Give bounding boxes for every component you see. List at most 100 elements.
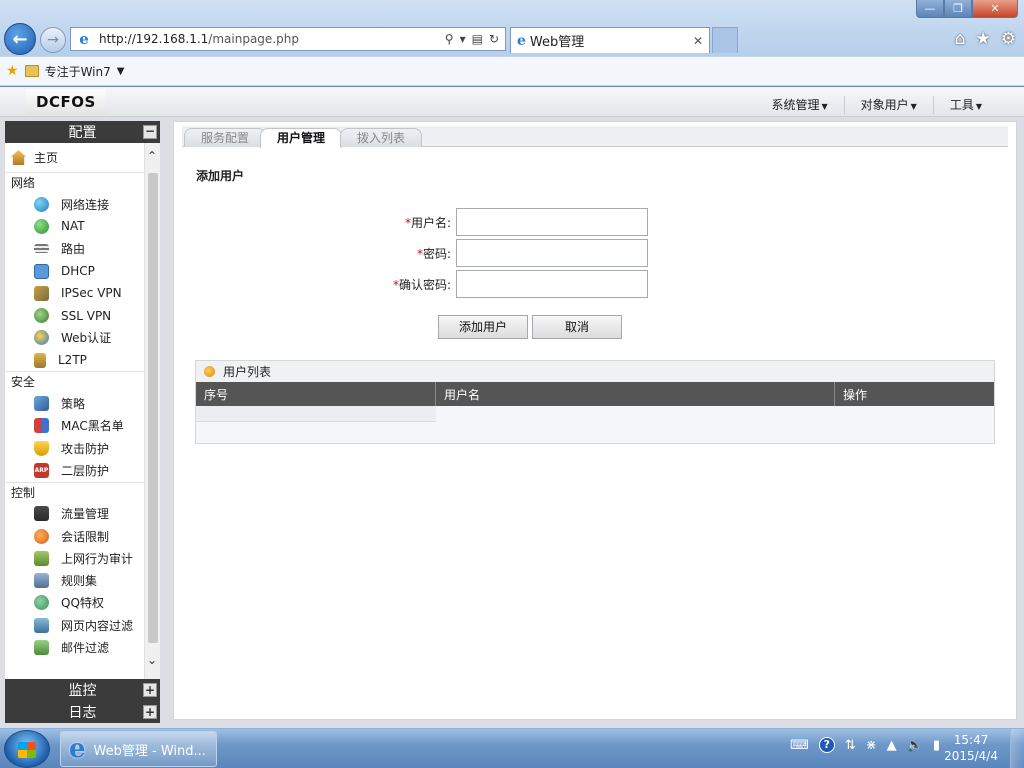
expand-icon[interactable]: + [143,705,157,719]
start-button[interactable] [4,730,50,768]
show-desktop-button[interactable] [1010,729,1024,768]
router-icon [34,244,49,254]
add-favorites-icon[interactable]: ★ [6,63,19,79]
folder-icon [24,65,39,77]
clock-date: 2015/4/4 [944,749,998,763]
compat-view-icon[interactable]: ▤ [472,32,483,46]
scroll-up-icon[interactable]: ⌃ [147,149,157,163]
sidebar-item-l2tp[interactable]: L2TP [5,349,144,371]
wifi-icon[interactable]: ⋇ [866,738,877,753]
sidebar-item-attack-defense[interactable]: 攻击防护 [5,437,144,459]
menu-object-user[interactable]: 对象用户 ▼ [843,96,933,114]
page-tabs: 服务配置 用户管理 拨入列表 [182,126,1008,148]
favorites-star-icon[interactable]: ★ [976,29,991,49]
maximize-button[interactable]: ❐ [944,0,972,18]
favorites-item[interactable]: 专注于Win7 [45,63,111,80]
sidebar-item-ruleset[interactable]: 规则集 [5,569,144,591]
confirm-password-row: *确认密码: [384,270,648,298]
forward-button[interactable]: → [40,27,66,53]
nat-icon [34,218,49,234]
user-list-panel: 用户列表 序号 用户名 操作 [195,360,995,444]
tab-dial-in-list[interactable]: 拨入列表 [340,128,423,147]
sidebar-item-behavior-audit[interactable]: 上网行为审计 [5,547,144,569]
sidebar-header-config[interactable]: 配置 − [5,121,160,143]
sidebar-body: 主页 网络 网络连接 NAT 路由 DHCP IPSec VPN SSL VPN… [5,143,160,679]
sidebar-scrollbar[interactable]: ⌃ ⌄ [144,143,160,679]
favorites-bar: ★ 专注于Win7 ▼ [0,56,1024,86]
cancel-button[interactable]: 取消 [532,315,622,339]
chevron-down-icon[interactable]: ▼ [117,66,125,77]
sidebar-section-label: 日志 [68,705,97,721]
refresh-icon[interactable]: ↻ [489,32,499,46]
sidebar-item-label: Web认证 [61,331,112,346]
menu-system[interactable]: 系统管理 ▼ [755,96,843,114]
sidebar-section-log[interactable]: 日志 + [5,701,160,723]
username-label: *用户名: [404,215,451,230]
username-input[interactable] [456,208,648,236]
sidebar-item-ssl-vpn[interactable]: SSL VPN [5,304,144,326]
expand-icon[interactable]: + [143,683,157,697]
sidebar-item-policy[interactable]: 策略 [5,392,144,414]
confirm-password-input[interactable] [456,270,648,298]
sidebar-item-label: 流量管理 [61,507,110,522]
sidebar-item-session-limit[interactable]: 会话限制 [5,525,144,547]
sidebar-section-monitor[interactable]: 监控 + [5,679,160,701]
scroll-thumb[interactable] [148,173,158,643]
sidebar-item-route[interactable]: 路由 [5,238,144,260]
collapse-icon[interactable]: − [143,125,157,139]
sidebar-item-network-connection[interactable]: 网络连接 [5,193,144,215]
gear-icon[interactable]: ⚙ [1001,29,1016,49]
sidebar-item-web-auth[interactable]: Web认证 [5,327,144,349]
close-window-button[interactable]: ✕ [972,0,1018,18]
clock[interactable]: 15:47 2015/4/4 [944,732,998,764]
keyboard-icon[interactable]: ⌨ [790,738,809,753]
menu-tools[interactable]: 工具 ▼ [932,96,998,114]
sidebar-item-web-filter[interactable]: 网页内容过滤 [5,614,144,636]
sidebar-item-label: QQ特权 [61,596,104,611]
browser-tab[interactable]: e Web管理 ✕ [510,27,710,53]
tab-close-icon[interactable]: ✕ [693,34,709,48]
sidebar-item-ipsec-vpn[interactable]: IPSec VPN [5,282,144,304]
volume-icon[interactable]: 🔈 [907,738,923,753]
sidebar-item-layer2-defense[interactable]: ARP 二层防护 [5,459,144,481]
tray-expand-icon[interactable]: ▲ [887,738,897,753]
dropdown-arrow-icon[interactable]: ▾ [460,32,466,46]
add-user-button[interactable]: 添加用户 [438,315,528,339]
sidebar-item-dhcp[interactable]: DHCP [5,260,144,282]
new-tab-button[interactable] [712,27,738,53]
back-button[interactable]: ← [4,23,36,55]
scroll-down-icon[interactable]: ⌄ [147,653,157,667]
password-label: *密码: [416,246,451,261]
sidebar-item-qq[interactable]: QQ特权 [5,592,144,614]
sidebar-item-label: 路由 [61,242,86,257]
help-icon[interactable]: ? [818,737,835,753]
sync-icon[interactable]: ⇅ [845,738,856,753]
sidebar-item-home[interactable]: 主页 [5,143,144,173]
signal-icon[interactable]: ▮ [933,738,940,753]
sidebar-group-title: 控制 [11,485,36,500]
taskbar-ie-window[interactable]: e Web管理 - Wind... [60,731,217,767]
mac-blacklist-icon [34,418,49,434]
sidebar-item-mail-filter[interactable]: 邮件过滤 [5,636,144,658]
sidebar-item-nat[interactable]: NAT [5,215,144,237]
audit-icon [34,550,49,566]
browser-tab-title: Web管理 [529,35,585,50]
minimize-button[interactable]: — [916,0,944,18]
policy-icon [34,396,49,412]
tab-service-config[interactable]: 服务配置 [184,128,267,147]
top-menu: 系统管理 ▼ 对象用户 ▼ 工具 ▼ [755,87,998,117]
user-list-header: 用户列表 [196,361,994,382]
ruleset-icon [34,573,49,589]
home-icon[interactable]: ⌂ [955,29,966,49]
app-header: DCFOS 系统管理 ▼ 对象用户 ▼ 工具 ▼ [0,87,1024,117]
traffic-icon [34,506,49,522]
tab-user-management[interactable]: 用户管理 [260,128,343,148]
password-row: *密码: [384,239,648,267]
search-icon[interactable]: ⚲ [445,32,454,46]
password-input[interactable] [456,239,648,267]
sidebar-item-label: 上网行为审计 [61,551,134,566]
sidebar-item-traffic[interactable]: 流量管理 [5,503,144,525]
address-bar[interactable]: e http://192.168.1.1/mainpage.php ⚲ ▾ ▤ … [70,27,506,51]
sidebar-item-mac-blacklist[interactable]: MAC黑名单 [5,415,144,437]
ssl-vpn-icon [34,308,49,324]
